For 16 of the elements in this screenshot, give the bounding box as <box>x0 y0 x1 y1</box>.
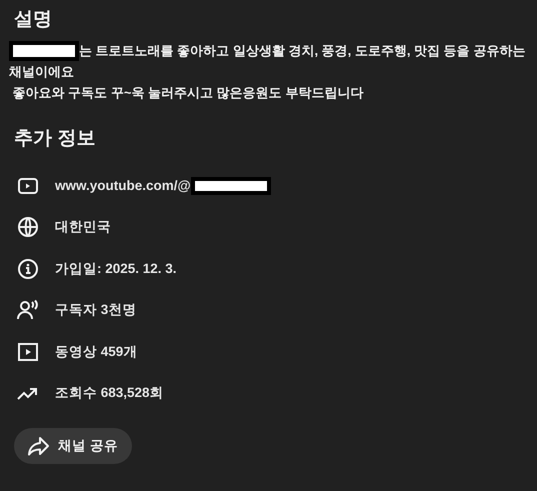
channel-link[interactable]: www.youtube.com/@ <box>55 178 191 194</box>
detail-text: 조회수 683,528회 <box>55 384 164 402</box>
globe-icon <box>16 215 40 240</box>
share-button[interactable]: 채널 공유 <box>14 428 132 464</box>
detail-text: 동영상 459개 <box>55 342 138 361</box>
section-heading: 추가 정보 <box>14 127 96 151</box>
description-line: 채널이에요 <box>9 63 74 81</box>
info-icon <box>16 256 40 281</box>
detail-text: 구독자 3천명 <box>55 301 136 320</box>
redaction-mark <box>9 40 79 60</box>
description-line: 좋아요와 구독도 꾸~욱 눌러주시고 많은응원도 부탁드립니다 <box>12 84 364 102</box>
detail-text: 가입일: 2025. 12. 3. <box>55 260 177 278</box>
detail-text: 대한민국 <box>55 218 111 236</box>
share-icon <box>26 434 50 458</box>
section-heading: 설명 <box>14 8 52 32</box>
description-line: 는 트로트노래를 좋아하고 일상생활 경치, 풍경, 도로주행, 맛집 등을 공유하는 <box>79 42 526 60</box>
